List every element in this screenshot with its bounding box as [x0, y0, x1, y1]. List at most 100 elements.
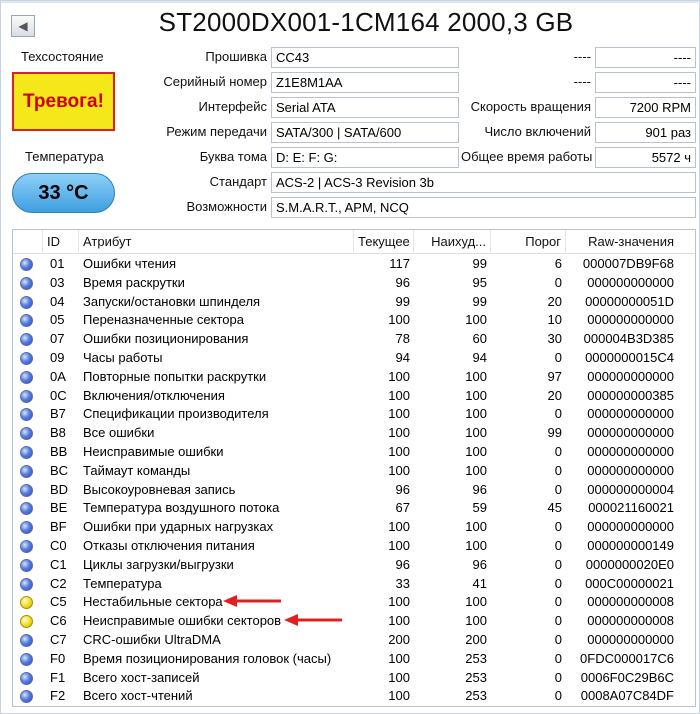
column-id[interactable]: ID [43, 230, 79, 254]
field-value[interactable]: ACS-2 | ACS-3 Revision 3b [271, 172, 696, 193]
cell-worst: 253 [465, 688, 487, 704]
cell-current: 100 [388, 650, 410, 666]
table-row[interactable]: BF Ошибки при ударных нагрузках 100 100 0 000… [13, 518, 695, 537]
status-good-icon [20, 558, 33, 572]
cell-raw: 000000000000 [587, 425, 674, 441]
cell-id: F1 [50, 669, 66, 685]
cell-current: 100 [388, 312, 410, 328]
disk-title: ST2000DX001-1CM164 2000,3 GB [158, 7, 574, 37]
cell-threshold: 0 [554, 350, 562, 365]
cell-worst: 200 [465, 632, 487, 647]
table-row[interactable]: C1 Циклы загрузки/выгрузки 96 96 0 0000000020… [13, 556, 695, 575]
temperature-badge[interactable]: 33 °C [12, 173, 115, 213]
cell-worst: 253 [465, 650, 487, 666]
cell-attribute: Отказы отключения питания [83, 538, 255, 553]
table-row[interactable]: 05 Переназначенные сектора 100 100 10 0000000… [13, 311, 695, 330]
field-label: Буква тома [199, 149, 267, 164]
table-row[interactable]: BD Высокоуровневая запись 96 96 0 00000000000… [13, 481, 695, 500]
column-threshold[interactable]: Порог [491, 230, 566, 254]
field-value[interactable]: 7200 RPM [595, 97, 696, 118]
field-value[interactable]: CC43 [271, 47, 459, 68]
field-value[interactable]: SATA/300 | SATA/600 [271, 122, 459, 143]
cell-attribute: Температура [83, 575, 162, 591]
field-value[interactable]: Z1E8M1AA [271, 72, 459, 93]
status-good-icon [20, 502, 33, 516]
temperature-value: 33 °C [38, 181, 89, 204]
cell-threshold: 97 [547, 368, 562, 384]
previous-disk-button[interactable]: ◀ [11, 15, 35, 37]
cell-id: BB [50, 444, 68, 459]
table-row[interactable]: 07 Ошибки позиционирования 78 60 30 000004B3D… [13, 330, 695, 349]
field-value[interactable]: Serial ATA [271, 97, 459, 118]
field-value[interactable]: D: E: F: G: [271, 147, 459, 168]
column-worst[interactable]: Наихуд... [414, 230, 491, 254]
cell-threshold: 0 [554, 274, 562, 290]
status-good-icon [20, 540, 33, 553]
cell-worst: 99 [472, 293, 487, 309]
table-row[interactable]: F1 Всего хост-записей 100 253 0 0006F0C29B6C [13, 669, 695, 688]
table-row[interactable]: F2 Всего хост-чтений 100 253 0 0008A07C84DF [13, 687, 695, 706]
cell-raw: 000000000004 [587, 481, 674, 497]
cell-raw: 000021160021 [588, 500, 674, 516]
status-good-icon [20, 521, 33, 535]
table-row[interactable]: B7 Спецификации производителя 100 100 0 00000… [13, 405, 695, 424]
cell-threshold: 0 [554, 650, 562, 666]
table-row[interactable]: 0A Повторные попытки раскрутки 100 100 97 000… [13, 368, 695, 387]
table-row[interactable]: 0C Включения/отключения 100 100 20 0000000003… [13, 387, 695, 406]
table-row[interactable]: B8 Все ошибки 100 100 99 000000000000 [13, 424, 695, 443]
table-row[interactable]: C0 Отказы отключения питания 100 100 0 000000… [13, 537, 695, 556]
health-status-text: Тревога! [23, 90, 104, 112]
table-row[interactable]: BC Таймаут команды 100 100 0 000000000000 [13, 462, 695, 481]
cell-threshold: 0 [554, 519, 562, 535]
cell-attribute: Ошибки при ударных нагрузках [83, 519, 274, 535]
cell-current: 100 [388, 538, 410, 553]
status-good-icon [20, 483, 33, 497]
cell-id: 03 [50, 274, 65, 290]
table-row[interactable]: BB Неисправимые ошибки 100 100 0 000000000000 [13, 443, 695, 462]
table-row[interactable]: C7 CRC-ошибки UltraDMA 200 200 0 000000000000 [13, 631, 695, 650]
cell-worst: 41 [472, 575, 487, 591]
cell-current: 100 [388, 406, 410, 422]
table-row[interactable]: 09 Часы работы 94 94 0 0000000015C4 [13, 349, 695, 368]
cell-threshold: 0 [554, 613, 562, 629]
status-good-icon [20, 652, 33, 666]
status-good-icon [20, 634, 33, 647]
cell-id: B7 [50, 406, 66, 422]
column-attribute[interactable]: Атрибут [79, 230, 354, 254]
cell-worst: 100 [465, 462, 487, 478]
cell-worst: 100 [465, 368, 487, 384]
column-status[interactable] [13, 230, 43, 254]
cell-attribute: Повторные попытки раскрутки [83, 368, 267, 384]
field-label: Скорость вращения [470, 99, 591, 114]
cell-current: 100 [388, 368, 410, 384]
table-row[interactable]: F0 Время позиционирования головок (часы) 1… [13, 650, 695, 669]
column-current[interactable]: Текущее [354, 230, 414, 254]
field-label: ---- [573, 49, 591, 64]
cell-raw: 000000000385 [587, 387, 674, 403]
cell-worst: 59 [472, 500, 487, 516]
cell-raw: 00000000051D [585, 293, 674, 309]
cell-worst: 100 [465, 425, 487, 441]
cell-raw: 000000000000 [587, 406, 674, 422]
field-label: Серийный номер [163, 74, 267, 89]
table-row[interactable]: 01 Ошибки чтения 117 99 6 000007DB9F68 [13, 255, 695, 274]
table-row[interactable]: C5 Нестабильные сектора 100 100 0 00000000000… [13, 593, 695, 612]
table-row[interactable]: 04 Запуски/остановки шпинделя 99 99 20 000000… [13, 293, 695, 312]
field-value[interactable]: ---- [595, 47, 696, 68]
cell-raw: 000000000000 [587, 632, 674, 647]
field-value[interactable]: ---- [595, 72, 696, 93]
table-row[interactable]: C2 Температура 33 41 0 000C00000021 [13, 575, 695, 594]
cell-attribute: Ошибки позиционирования [83, 331, 249, 347]
field-value[interactable]: 901 раз [595, 122, 696, 143]
table-row[interactable]: 03 Время раскрутки 96 95 0 000000000000 [13, 274, 695, 293]
field-value[interactable]: 5572 ч [595, 147, 696, 168]
cell-raw: 000000000000 [587, 462, 674, 478]
cell-threshold: 10 [547, 312, 562, 328]
table-row[interactable]: BE Температура воздушного потока 67 59 45 000… [13, 499, 695, 518]
table-row[interactable]: C6 Неисправимые ошибки секторов 100 100 0 000… [13, 612, 695, 631]
field-value[interactable]: S.M.A.R.T., APM, NCQ [271, 197, 696, 218]
health-status-badge[interactable]: Тревога! [12, 72, 115, 131]
column-raw[interactable]: Raw-значения [566, 230, 678, 254]
field-label: Интерфейс [198, 99, 267, 114]
field-label: Режим передачи [166, 124, 267, 139]
